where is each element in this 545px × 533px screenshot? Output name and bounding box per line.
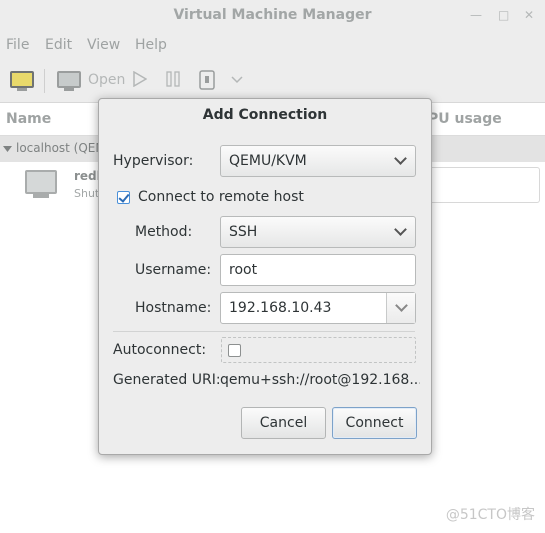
dialog-title: Add Connection [202, 107, 328, 123]
toolbar-separator [44, 69, 45, 93]
generated-uri-value: qemu+ssh://root@192.168... [220, 372, 420, 388]
shutdown-button[interactable] [199, 70, 215, 90]
method-value: SSH [229, 224, 258, 240]
hostname-dropdown-button[interactable] [386, 293, 415, 323]
chevron-down-icon [394, 223, 407, 236]
username-label: Username: [135, 262, 212, 278]
generated-uri-label: Generated URI: [113, 372, 221, 388]
connection-name: localhost (QEM [16, 141, 106, 155]
column-name[interactable]: Name [6, 111, 51, 127]
remote-host-checkbox[interactable] [117, 191, 130, 204]
username-field[interactable]: root [220, 254, 416, 286]
hostname-field[interactable]: 192.168.10.43 [220, 292, 416, 324]
hypervisor-select[interactable]: QEMU/KVM [220, 145, 416, 177]
watermark: @51CTO博客 [445, 507, 535, 523]
chevron-down-icon [231, 76, 243, 84]
cpu-usage-graph [428, 167, 540, 203]
method-label: Method: [135, 224, 193, 240]
pause-icon [166, 71, 180, 87]
vm-status: Shut [74, 187, 100, 200]
menubar: File Edit View Help [0, 32, 545, 60]
column-cpu-usage[interactable]: PU usage [428, 111, 502, 127]
hypervisor-label: Hypervisor: [113, 153, 194, 169]
run-button[interactable] [133, 71, 147, 87]
play-icon [133, 71, 147, 87]
toolbar: Open [0, 60, 545, 103]
connect-button[interactable]: Connect [332, 407, 417, 439]
add-connection-dialog: Add Connection Hypervisor: QEMU/KVM Conn… [98, 98, 432, 455]
shutdown-menu-button[interactable] [231, 73, 243, 85]
minimize-icon[interactable]: — [470, 8, 482, 22]
cancel-button[interactable]: Cancel [241, 407, 326, 439]
monitor-icon [57, 71, 81, 91]
method-select[interactable]: SSH [220, 216, 416, 248]
username-value: root [229, 262, 258, 278]
close-icon[interactable]: ✕ [524, 8, 534, 22]
chevron-down-icon [394, 152, 407, 165]
menu-edit[interactable]: Edit [45, 37, 72, 53]
autoconnect-label: Autoconnect: [113, 342, 207, 358]
menu-view[interactable]: View [87, 37, 120, 53]
vm-icon [25, 170, 57, 198]
expander-icon[interactable] [3, 145, 13, 155]
autoconnect-frame [221, 337, 416, 363]
maximize-icon[interactable]: □ [498, 8, 509, 22]
chevron-down-icon [395, 299, 408, 312]
autoconnect-checkbox[interactable] [228, 344, 241, 357]
open-button[interactable]: Open [57, 71, 126, 91]
menu-file[interactable]: File [6, 37, 29, 53]
power-icon [199, 70, 215, 90]
new-vm-icon [10, 71, 34, 91]
menu-help[interactable]: Help [135, 37, 167, 53]
new-vm-button[interactable] [10, 71, 34, 91]
hostname-label: Hostname: [135, 300, 212, 316]
dialog-separator [113, 331, 415, 332]
pause-button[interactable] [166, 71, 180, 87]
hypervisor-value: QEMU/KVM [229, 153, 307, 169]
open-label: Open [88, 71, 126, 88]
remote-host-label[interactable]: Connect to remote host [138, 189, 304, 205]
window-title: Virtual Machine Manager [173, 7, 372, 23]
hostname-value: 192.168.10.43 [229, 300, 332, 316]
window-titlebar: Virtual Machine Manager — □ ✕ [0, 0, 545, 32]
